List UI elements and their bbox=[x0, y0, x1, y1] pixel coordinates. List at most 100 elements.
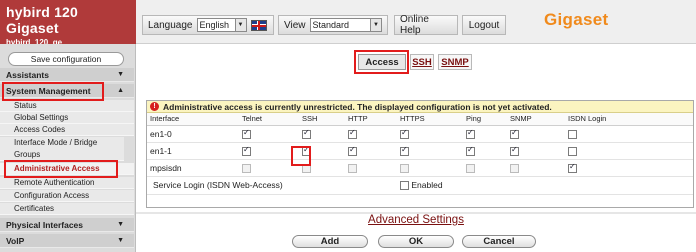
save-configuration-button[interactable]: Save configuration bbox=[8, 52, 124, 66]
advanced-settings-link[interactable]: Advanced Settings bbox=[136, 214, 696, 230]
access-checkbox[interactable] bbox=[242, 128, 251, 139]
access-table: Interface Telnet SSH HTTP HTTPS Ping SNM… bbox=[147, 113, 693, 195]
sidebar-item-remote-authentication[interactable]: Remote Authentication bbox=[0, 177, 134, 189]
checkbox-cell bbox=[507, 125, 565, 143]
sidebar-item-interface-mode[interactable]: Interface Mode / Bridge Groups bbox=[0, 137, 124, 161]
access-checkbox[interactable] bbox=[348, 128, 357, 139]
brand-block: hybird 120 Gigaset hybird_120_ge bbox=[0, 0, 136, 47]
access-checkbox[interactable] bbox=[400, 145, 409, 156]
checkbox-cell bbox=[397, 142, 463, 160]
cancel-button[interactable]: Cancel bbox=[462, 235, 536, 248]
checkbox-cell bbox=[299, 159, 345, 177]
tab-access[interactable]: Access bbox=[358, 54, 406, 70]
tab-label: Access bbox=[365, 56, 399, 68]
checkbox-cell bbox=[239, 125, 299, 143]
menu-label: Assistants bbox=[6, 70, 49, 80]
enabled-label: Enabled bbox=[411, 179, 443, 190]
access-checkbox bbox=[302, 163, 311, 173]
sidebar-item-global-settings[interactable]: Global Settings bbox=[0, 112, 134, 124]
language-label: Language bbox=[148, 19, 193, 31]
access-checkbox[interactable] bbox=[510, 145, 519, 156]
checkbox-cell bbox=[565, 125, 693, 143]
table-row: mpsisdn bbox=[147, 159, 693, 177]
access-checkbox[interactable] bbox=[510, 128, 519, 139]
tab-snmp[interactable]: SNMP bbox=[438, 54, 472, 70]
sidebar-item-configuration-access[interactable]: Configuration Access bbox=[0, 190, 134, 202]
checkbox-cell bbox=[565, 159, 693, 177]
checkbox-cell bbox=[463, 125, 507, 143]
chevron-down-icon: ▼ bbox=[234, 19, 246, 31]
access-checkbox bbox=[242, 163, 251, 173]
col-https: HTTPS bbox=[397, 113, 463, 126]
checkbox-cell bbox=[239, 142, 299, 160]
checkbox-cell bbox=[463, 142, 507, 160]
access-checkbox[interactable] bbox=[302, 128, 311, 139]
col-isdn-login: ISDN Login bbox=[565, 113, 693, 126]
checkbox-cell bbox=[565, 142, 693, 160]
sidebar-item-certificates[interactable]: Certificates bbox=[0, 203, 134, 215]
access-checkbox[interactable] bbox=[568, 162, 577, 173]
service-login-row: Service Login (ISDN Web-Access) Enabled bbox=[147, 176, 693, 195]
col-http: HTTP bbox=[345, 113, 397, 126]
checkbox-cell bbox=[345, 125, 397, 143]
chevron-down-icon: ▼ bbox=[117, 71, 124, 78]
access-checkbox bbox=[400, 163, 409, 173]
menu-assistants[interactable]: Assistants ▼ bbox=[0, 68, 134, 82]
checkbox-cell bbox=[397, 159, 463, 177]
service-login-checkbox[interactable] bbox=[400, 181, 409, 191]
warning-icon: ! bbox=[150, 102, 159, 111]
add-button[interactable]: Add bbox=[292, 235, 368, 248]
tab-ssh[interactable]: SSH bbox=[410, 54, 434, 70]
logout-button[interactable]: Logout bbox=[462, 15, 506, 35]
access-panel: ! Administrative access is currently unr… bbox=[146, 100, 694, 208]
main-panel: Access SSH SNMP ! Administrative access … bbox=[136, 44, 696, 252]
access-checkbox[interactable] bbox=[302, 145, 311, 156]
chevron-down-icon: ▼ bbox=[117, 221, 124, 228]
menu-system-management[interactable]: System Management ▲ bbox=[0, 84, 134, 98]
gigaset-logo: Gigaset bbox=[544, 10, 609, 29]
chevron-down-icon: ▼ bbox=[370, 19, 381, 31]
access-checkbox[interactable] bbox=[242, 145, 251, 156]
col-snmp: SNMP bbox=[507, 113, 565, 126]
sidebar-item-status[interactable]: Status bbox=[0, 100, 134, 112]
access-checkbox[interactable] bbox=[568, 129, 577, 139]
access-checkbox bbox=[466, 163, 475, 173]
uk-flag-icon[interactable] bbox=[250, 19, 267, 31]
chevron-down-icon: ▼ bbox=[117, 237, 124, 244]
warning-text: Administrative access is currently unres… bbox=[163, 101, 552, 112]
device-title: hybird 120 Gigaset bbox=[6, 4, 79, 36]
view-select[interactable]: Standard ▼ bbox=[309, 18, 382, 32]
interface-name: mpsisdn bbox=[147, 159, 239, 177]
checkbox-cell bbox=[299, 142, 345, 160]
access-checkbox bbox=[348, 163, 357, 173]
menu-label: System Management bbox=[6, 86, 91, 96]
top-toolbar: Language English ▼ View Standard ▼ Onlin… bbox=[136, 0, 696, 44]
col-ping: Ping bbox=[463, 113, 507, 126]
access-checkbox[interactable] bbox=[466, 145, 475, 156]
tab-label: SSH bbox=[412, 56, 432, 68]
logout-label: Logout bbox=[468, 19, 500, 31]
menu-voip[interactable]: VoIP ▼ bbox=[0, 234, 134, 248]
table-header-row: Interface Telnet SSH HTTP HTTPS Ping SNM… bbox=[147, 113, 693, 126]
access-checkbox[interactable] bbox=[568, 146, 577, 156]
checkbox-cell bbox=[507, 142, 565, 160]
service-login-cell: Enabled bbox=[397, 176, 693, 195]
sidebar-item-access-codes[interactable]: Access Codes bbox=[0, 124, 134, 136]
sidebar-item-administrative-access[interactable]: Administrative Access bbox=[0, 163, 134, 175]
ok-button[interactable]: OK bbox=[378, 235, 454, 248]
menu-physical-interfaces[interactable]: Physical Interfaces ▼ bbox=[0, 218, 134, 232]
language-group: Language English ▼ bbox=[142, 15, 274, 35]
menu-label: Physical Interfaces bbox=[6, 220, 84, 230]
col-ssh: SSH bbox=[299, 113, 345, 126]
access-checkbox[interactable] bbox=[400, 128, 409, 139]
language-select[interactable]: English ▼ bbox=[196, 18, 247, 32]
col-interface: Interface bbox=[147, 113, 239, 126]
language-value: English bbox=[199, 20, 230, 30]
checkbox-cell bbox=[299, 125, 345, 143]
view-value: Standard bbox=[312, 20, 350, 30]
online-help-button[interactable]: Online Help bbox=[394, 14, 458, 36]
access-checkbox[interactable] bbox=[348, 145, 357, 156]
access-checkbox[interactable] bbox=[466, 128, 475, 139]
view-label: View bbox=[284, 19, 306, 31]
chevron-up-icon: ▲ bbox=[117, 87, 124, 94]
